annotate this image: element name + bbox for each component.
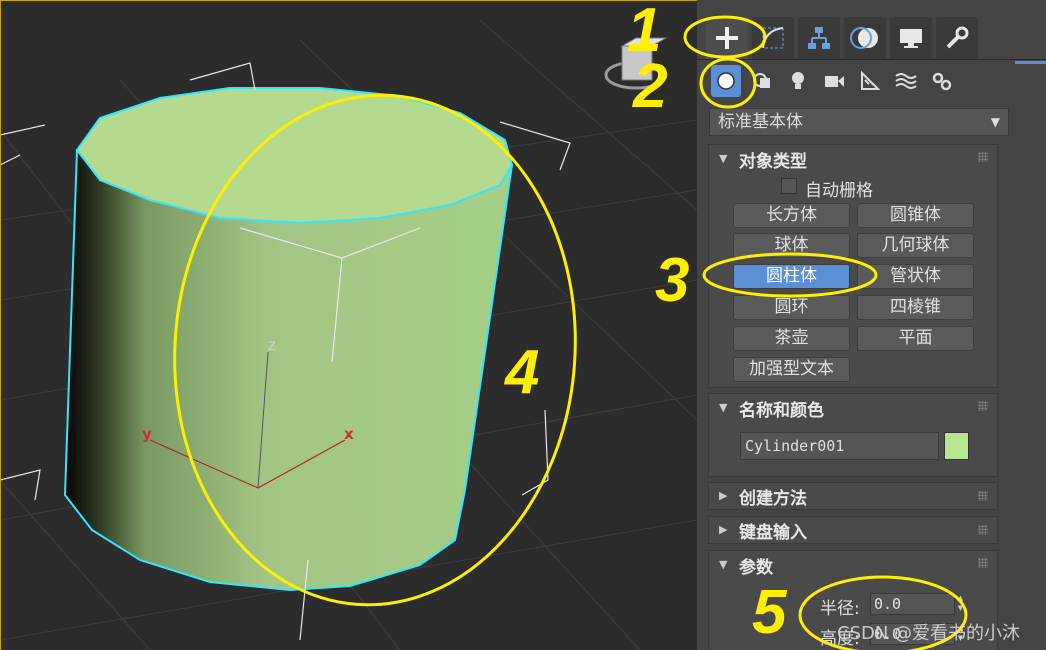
space-warps-icon: [895, 73, 917, 89]
axis-label-z: z: [268, 336, 276, 354]
cylinder-object: [63, 87, 514, 592]
primitive-type-dropdown[interactable]: 标准基本体 ▼: [709, 108, 1009, 136]
collapse-triangle-icon[interactable]: ▼: [719, 401, 727, 414]
rollout-grip-icon[interactable]: [978, 558, 988, 568]
geometry-sphere-icon: [717, 72, 735, 90]
autogrid-checkbox[interactable]: [781, 178, 797, 194]
command-panel: 标准基本体 ▼ ▼ 对象类型 自动栅格 长方体 圆锥体 球体 几何球体 圆柱体 …: [697, 0, 1046, 650]
cameras-category[interactable]: [819, 65, 849, 97]
modify-tab[interactable]: [752, 17, 794, 59]
collapse-triangle-icon[interactable]: ▼: [719, 558, 727, 571]
modify-curve-icon: [762, 27, 784, 49]
tab-scroll-indicator: [1015, 61, 1046, 64]
annotation-number-4: 4: [505, 338, 540, 407]
dropdown-value: 标准基本体: [718, 112, 803, 132]
geosphere-button[interactable]: 几何球体: [857, 233, 974, 258]
hierarchy-tab[interactable]: [798, 17, 840, 59]
systems-gears-icon: [932, 72, 952, 91]
radius-input[interactable]: 0.0: [870, 593, 955, 615]
rollout-grip-icon[interactable]: [978, 401, 988, 411]
hierarchy-icon: [808, 27, 830, 49]
autogrid-label: 自动栅格: [805, 181, 873, 201]
watermark-text: CSDN @爱看书的小沐: [837, 623, 1021, 644]
creation-method-title[interactable]: 创建方法: [739, 484, 807, 509]
helpers-category[interactable]: [855, 65, 885, 97]
create-plus-icon: [716, 27, 738, 49]
axis-label-x: x: [344, 425, 354, 443]
shapes-icon: [753, 73, 770, 88]
lights-category[interactable]: [783, 65, 813, 97]
tube-button[interactable]: 管状体: [857, 264, 974, 289]
viewport-scene: [0, 19, 697, 650]
rollout-grip-icon[interactable]: [978, 491, 988, 501]
helpers-ruler-icon: [861, 70, 881, 90]
motion-tab[interactable]: [844, 17, 886, 59]
plane-button[interactable]: 平面: [857, 326, 974, 351]
axis-label-y: y: [142, 425, 152, 443]
rollout-grip-icon[interactable]: [978, 152, 988, 162]
utilities-tab[interactable]: [936, 17, 978, 59]
parameters-title[interactable]: 参数: [739, 553, 773, 578]
collapse-triangle-icon[interactable]: ▼: [719, 152, 727, 165]
torus-button[interactable]: 圆环: [733, 295, 850, 320]
motion-icon: [850, 27, 878, 49]
pyramid-button[interactable]: 四棱锥: [857, 295, 974, 320]
radius-spinner[interactable]: ▲ ▼: [956, 593, 965, 615]
perspective-viewport[interactable]: z y x: [0, 0, 697, 650]
shapes-category[interactable]: [747, 65, 777, 97]
utilities-wrench-icon: [946, 26, 969, 49]
cone-button[interactable]: 圆锥体: [857, 203, 974, 228]
annotation-number-3: 3: [655, 246, 690, 315]
space-warps-category[interactable]: [891, 65, 921, 97]
object-name-input[interactable]: Cylinder001: [740, 432, 939, 460]
object-type-title[interactable]: 对象类型: [739, 147, 807, 172]
geometry-category[interactable]: [711, 65, 741, 97]
chevron-down-icon: ▼: [990, 115, 1000, 129]
create-tab[interactable]: [706, 17, 748, 59]
systems-category[interactable]: [927, 65, 957, 97]
lights-bulb-icon: [792, 72, 804, 89]
keyboard-entry-title[interactable]: 键盘输入: [739, 518, 807, 543]
display-monitor-icon: [900, 29, 922, 48]
name-color-title[interactable]: 名称和颜色: [739, 396, 824, 421]
box-button[interactable]: 长方体: [733, 203, 850, 228]
expand-triangle-icon[interactable]: ▶: [719, 489, 727, 502]
cylinder-button[interactable]: 圆柱体: [733, 264, 850, 289]
radius-label: 半径:: [820, 599, 860, 619]
expand-triangle-icon[interactable]: ▶: [719, 523, 727, 536]
cameras-icon: [825, 76, 844, 87]
object-color-swatch[interactable]: [944, 432, 969, 460]
sphere-button[interactable]: 球体: [733, 233, 850, 258]
rollout-grip-icon[interactable]: [978, 525, 988, 535]
teapot-button[interactable]: 茶壶: [733, 326, 850, 351]
textplus-button[interactable]: 加强型文本: [733, 357, 850, 382]
annotation-number-2: 2: [633, 52, 668, 121]
annotation-number-5: 5: [752, 578, 787, 647]
display-tab[interactable]: [890, 17, 932, 59]
